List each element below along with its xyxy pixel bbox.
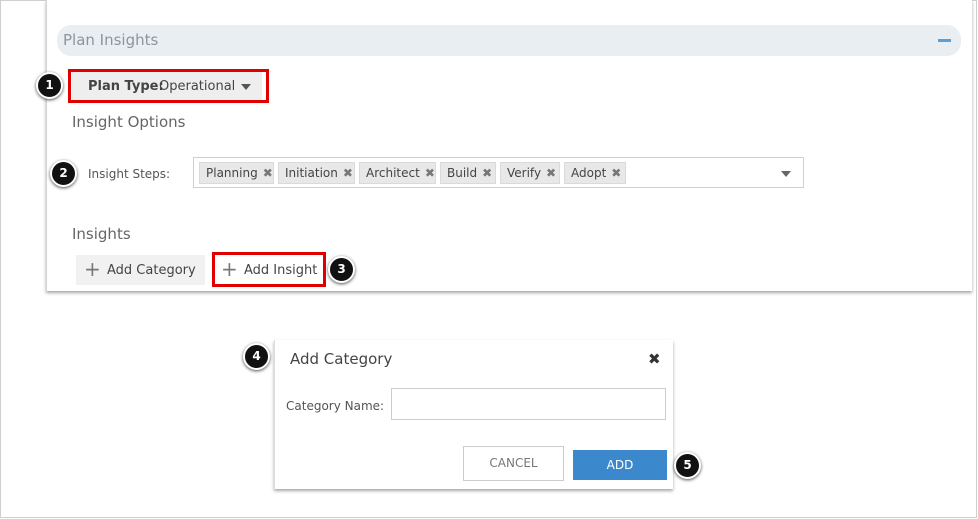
step-tag: Build ✖ [440, 162, 496, 184]
step-tag-label: Planning [206, 166, 258, 180]
callout-badge-5: 5 [674, 452, 701, 479]
plan-insights-panel: Plan Insights Plan Type: Operational Ins… [46, 0, 972, 291]
remove-tag-icon[interactable]: ✖ [482, 166, 492, 180]
add-category-label: Add Category [107, 263, 196, 278]
insight-steps-multiselect[interactable]: Planning ✖ Initiation ✖ Architect ✖ Build ✖ … [193, 157, 804, 188]
add-category-button[interactable]: + Add Category [76, 255, 205, 285]
step-tag: Planning ✖ [199, 162, 274, 184]
plus-icon: + [84, 257, 101, 281]
remove-tag-icon[interactable]: ✖ [343, 166, 353, 180]
callout-badge-2: 2 [50, 160, 77, 187]
insights-heading: Insights [72, 225, 131, 243]
panel-header[interactable]: Plan Insights [57, 25, 961, 56]
step-tag-label: Verify [507, 166, 542, 180]
cancel-button[interactable]: CANCEL [463, 446, 564, 481]
step-tag: Adopt ✖ [564, 162, 626, 184]
insight-steps-label: Insight Steps: [88, 167, 171, 181]
add-button[interactable]: ADD [573, 450, 667, 480]
insight-options-heading: Insight Options [72, 113, 186, 131]
remove-tag-icon[interactable]: ✖ [263, 166, 273, 180]
step-tag-label: Build [447, 166, 478, 180]
remove-tag-icon[interactable]: ✖ [611, 166, 621, 180]
step-tag: Architect ✖ [359, 162, 436, 184]
category-name-input[interactable] [391, 388, 666, 420]
callout-badge-3: 3 [328, 256, 355, 283]
remove-tag-icon[interactable]: ✖ [425, 166, 435, 180]
category-name-label: Category Name: [286, 399, 385, 413]
dialog-title: Add Category [290, 350, 393, 368]
panel-title: Plan Insights [63, 31, 159, 49]
step-tag-label: Architect [366, 166, 420, 180]
step-tag: Initiation ✖ [278, 162, 355, 184]
step-tag: Verify ✖ [500, 162, 560, 184]
step-tag-label: Initiation [285, 166, 338, 180]
add-insight-highlight [212, 252, 326, 287]
callout-badge-1: 1 [36, 72, 63, 99]
callout-badge-4: 4 [243, 343, 270, 370]
close-icon[interactable]: ✖ [648, 350, 661, 368]
caret-down-icon[interactable] [781, 171, 791, 177]
add-category-dialog: Add Category ✖ Category Name: CANCEL ADD [274, 340, 673, 489]
step-tag-label: Adopt [571, 166, 607, 180]
minus-icon[interactable] [938, 39, 951, 42]
plan-type-highlight [68, 69, 269, 103]
remove-tag-icon[interactable]: ✖ [546, 166, 556, 180]
